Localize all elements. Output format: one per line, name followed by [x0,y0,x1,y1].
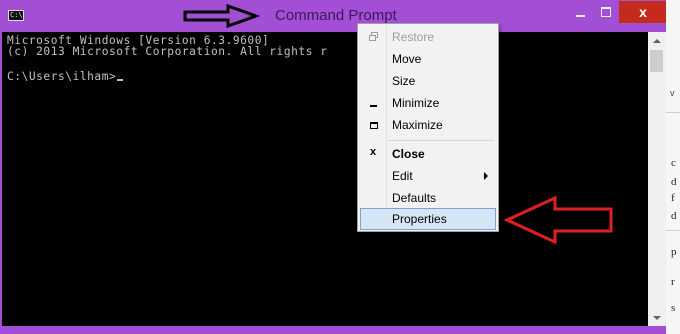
restore-icon [369,32,378,41]
text-cursor [117,79,124,81]
console-prompt: C:\Users\ilham> [7,70,117,83]
menu-item-minimize[interactable]: Minimize [360,92,496,114]
maximize-icon [370,122,378,129]
menu-item-label: Properties [392,212,447,226]
close-button[interactable]: x [619,1,667,23]
system-menu: Restore Move Size Minimize Maximize x Cl… [357,23,499,232]
menu-item-restore[interactable]: Restore [360,26,496,48]
scroll-up-button[interactable] [648,32,666,49]
doc-fragment: d [671,176,677,188]
close-icon: x [370,146,377,158]
menu-item-label: Close [392,147,425,161]
console-line: (c) 2013 Microsoft Corporation. All righ… [7,45,328,58]
minimize-icon [575,15,585,17]
arrow-down-icon [653,315,661,320]
menu-item-properties[interactable]: Properties [360,208,496,230]
menu-item-defaults[interactable]: Defaults [360,187,496,209]
menu-item-label: Maximize [392,118,443,132]
menu-item-label: Restore [392,30,435,44]
background-document-edge: v c d f d p r s [666,0,680,334]
cmd-icon-label: C:\ [10,11,23,19]
minimize-button[interactable] [567,0,593,24]
menu-separator [388,140,494,141]
cmd-app-icon[interactable]: C:\ [8,10,24,21]
menu-item-move[interactable]: Move [360,48,496,70]
black-arrow-annotation-icon [183,4,260,28]
menu-item-label: Move [392,52,422,66]
doc-fragment: f [671,192,675,204]
window-title: Command Prompt [275,7,397,24]
console-prompt-line: C:\Users\ilham> [7,70,124,83]
divider [666,112,680,113]
doc-fragment: r [671,276,675,288]
command-prompt-window: C:\ Command Prompt x Microsoft Windows [… [0,0,680,334]
console-output[interactable]: Microsoft Windows [Version 6.3.9600] (c)… [2,32,648,326]
close-icon: x [639,4,647,20]
scroll-down-button[interactable] [648,309,666,326]
menu-item-maximize[interactable]: Maximize [360,114,496,136]
menu-item-label: Defaults [392,191,437,205]
submenu-arrow-icon [484,172,488,180]
menu-item-label: Minimize [392,96,440,110]
scroll-thumb[interactable] [650,50,663,72]
title-bar[interactable]: C:\ Command Prompt x [0,0,680,32]
menu-item-label: Size [392,74,416,88]
menu-item-size[interactable]: Size [360,70,496,92]
chevron-down-icon: v [670,88,675,98]
doc-fragment: d [671,210,677,222]
doc-fragment: c [671,157,676,169]
divider [666,230,680,231]
menu-item-close[interactable]: x Close [360,143,496,165]
red-arrow-annotation-icon [503,195,613,245]
menu-item-edit[interactable]: Edit [360,165,496,187]
vertical-scrollbar[interactable] [648,32,666,326]
maximize-button[interactable] [593,0,619,24]
maximize-icon [601,7,611,17]
menu-item-label: Edit [392,169,413,183]
minimize-icon [370,105,377,107]
arrow-up-icon [653,38,661,43]
doc-fragment: s [671,302,676,314]
doc-fragment: p [671,246,677,258]
